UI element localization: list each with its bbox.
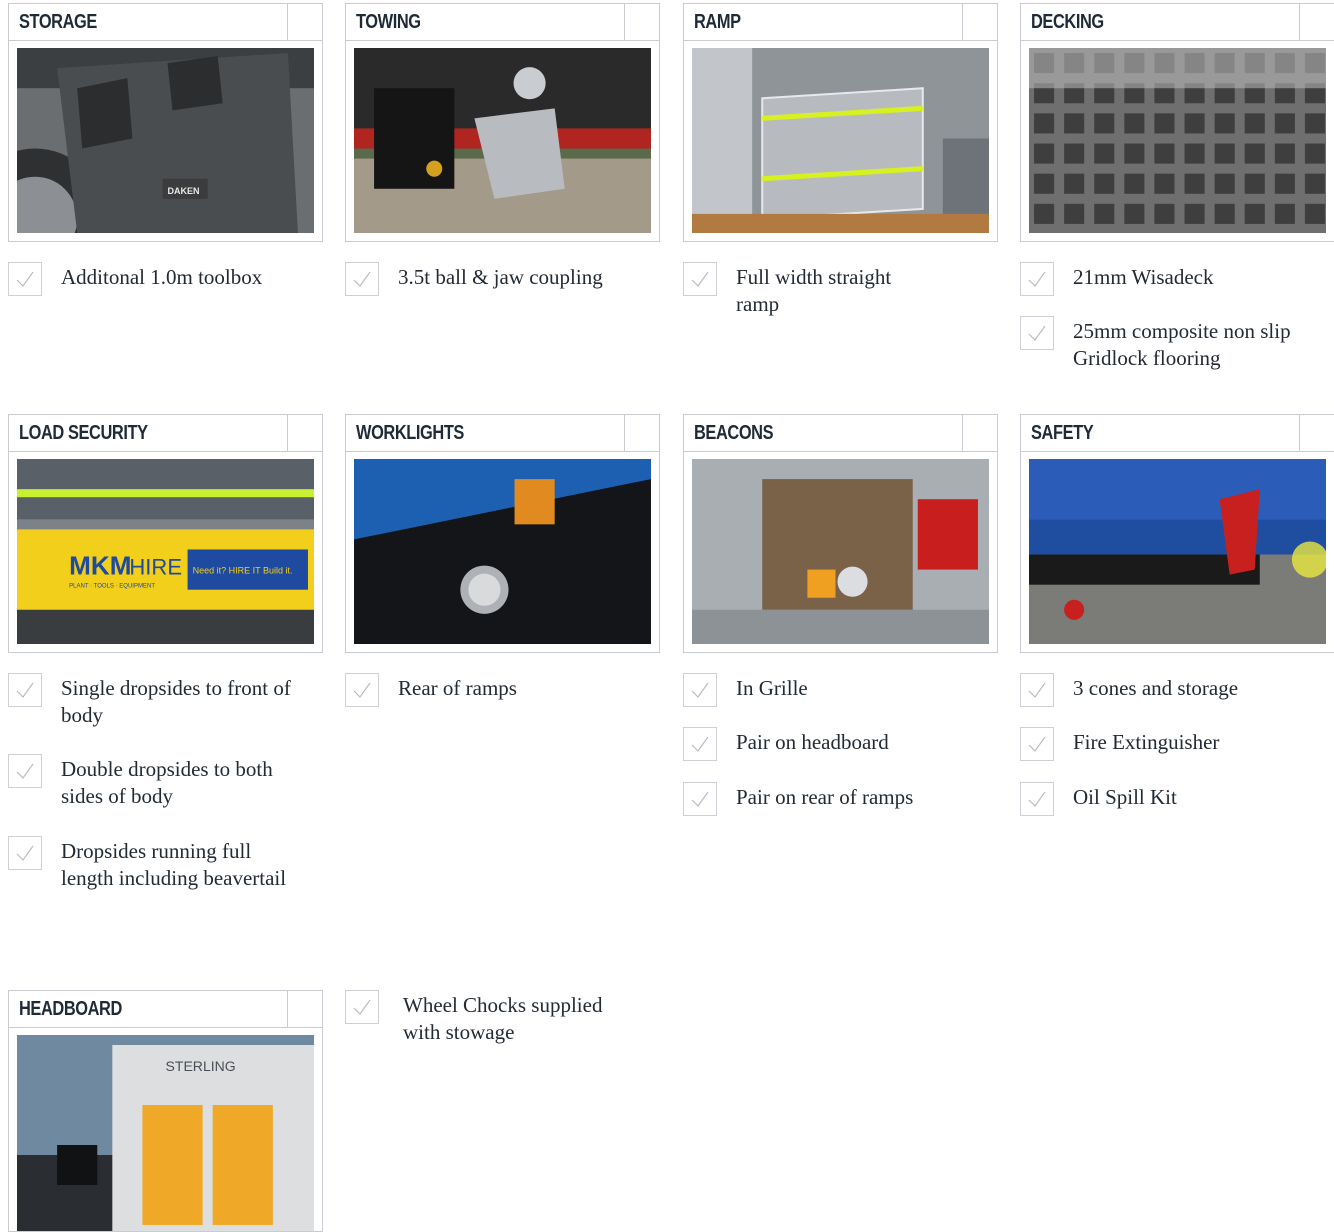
feature-item: 21mm Wisadeck <box>1020 262 1330 296</box>
hire-logo: HIRE <box>129 555 182 580</box>
check-icon <box>1020 727 1054 761</box>
feature-item: 3 cones and storage <box>1020 673 1330 707</box>
feature-label: Wheel Chocks supplied with stowage <box>403 993 603 1044</box>
card-title: SAFETY <box>1031 422 1094 444</box>
feature-item: Fire Extinguisher <box>1020 727 1330 761</box>
toolbox-photo: DAKEN <box>17 48 314 233</box>
headboard-photo: STERLING <box>17 1035 314 1231</box>
feature-label: Pair on headboard <box>736 730 889 754</box>
feature-label: 3.5t ball & jaw coupling <box>398 265 603 289</box>
sterling-logo: STERLING <box>166 1058 236 1074</box>
feature-label: Double dropsides to both sides of body <box>61 757 273 808</box>
plant-text: PLANT · TOOLS · EQUIPMENT <box>69 584 155 590</box>
check-icon <box>1020 262 1054 296</box>
check-icon <box>1020 316 1054 350</box>
card-title: LOAD SECURITY <box>19 422 148 444</box>
coupling-photo <box>354 48 651 233</box>
card-worklights: WORKLIGHTS <box>345 414 660 653</box>
check-icon <box>345 673 379 707</box>
card-headboard: HEADBOARD STERLING <box>8 990 323 1232</box>
feature-item: Full width straight ramp <box>683 262 923 318</box>
check-icon <box>683 727 717 761</box>
card-ramp: RAMP <box>683 3 998 242</box>
feature-item: Additonal 1.0m toolbox <box>8 262 308 296</box>
feature-label: 25mm composite non slip Gridlock floorin… <box>1073 319 1291 370</box>
check-icon <box>345 990 379 1024</box>
card-towing: TOWING <box>345 3 660 242</box>
check-icon <box>8 754 42 788</box>
feature-label: Pair on rear of ramps <box>736 785 914 809</box>
check-icon <box>683 262 717 296</box>
feature-item: 25mm composite non slip Gridlock floorin… <box>1020 316 1320 372</box>
feature-label: Full width straight ramp <box>736 265 892 316</box>
feature-label: Fire Extinguisher <box>1073 730 1220 754</box>
feature-label: 21mm Wisadeck <box>1073 265 1214 289</box>
beacons-photo <box>692 459 989 644</box>
feature-item: Oil Spill Kit <box>1020 782 1330 816</box>
card-beacons: BEACONS <box>683 414 998 653</box>
check-icon <box>345 262 379 296</box>
feature-label: Single dropsides to front of body <box>61 676 291 727</box>
dropsides-photo: MKM HIRE Need it? HIRE IT Build it. PLAN… <box>17 459 314 644</box>
feature-item: Rear of ramps <box>345 673 645 707</box>
check-icon <box>683 673 717 707</box>
grid-decking-photo <box>1029 48 1326 233</box>
feature-label: 3 cones and storage <box>1073 676 1239 700</box>
card-title: WORKLIGHTS <box>356 422 464 444</box>
card-title: DECKING <box>1031 11 1104 33</box>
card-title: TOWING <box>356 11 421 33</box>
feature-item: Pair on rear of ramps <box>683 782 983 816</box>
feature-item: Single dropsides to front of body <box>8 673 298 729</box>
check-icon <box>1020 782 1054 816</box>
feature-label: In Grille <box>736 676 808 700</box>
check-icon <box>8 262 42 296</box>
slogan: Need it? HIRE IT Build it. <box>193 566 293 576</box>
card-title: RAMP <box>694 11 741 33</box>
card-storage: STORAGE DAKEN <box>8 3 323 242</box>
card-title: HEADBOARD <box>19 998 122 1020</box>
card-safety: SAFETY <box>1020 414 1334 653</box>
feature-label: Additonal 1.0m toolbox <box>61 265 263 289</box>
safety-photo <box>1029 459 1326 644</box>
feature-item: 3.5t ball & jaw coupling <box>345 262 655 296</box>
daken-logo: DAKEN <box>168 186 200 196</box>
feature-item: Double dropsides to both sides of body <box>8 754 298 810</box>
feature-item: In Grille <box>683 673 983 707</box>
feature-label: Rear of ramps <box>398 676 517 700</box>
card-load-security: LOAD SECURITY MKM HIRE Need it? HIRE IT … <box>8 414 323 653</box>
check-icon <box>1020 673 1054 707</box>
check-icon <box>8 836 42 870</box>
feature-item: Pair on headboard <box>683 727 983 761</box>
ramp-photo <box>692 48 989 233</box>
card-decking: DECKING <box>1020 3 1334 242</box>
check-icon <box>8 673 42 707</box>
feature-item: Wheel Chocks supplied with stowage <box>345 990 635 1046</box>
feature-label: Oil Spill Kit <box>1073 785 1177 809</box>
check-icon <box>683 782 717 816</box>
card-title: BEACONS <box>694 422 774 444</box>
card-title: STORAGE <box>19 11 97 33</box>
mkm-logo: MKM <box>69 551 131 581</box>
feature-item: Dropsides running full length including … <box>8 836 298 892</box>
feature-label: Dropsides running full length including … <box>61 839 287 890</box>
worklight-photo <box>354 459 651 644</box>
